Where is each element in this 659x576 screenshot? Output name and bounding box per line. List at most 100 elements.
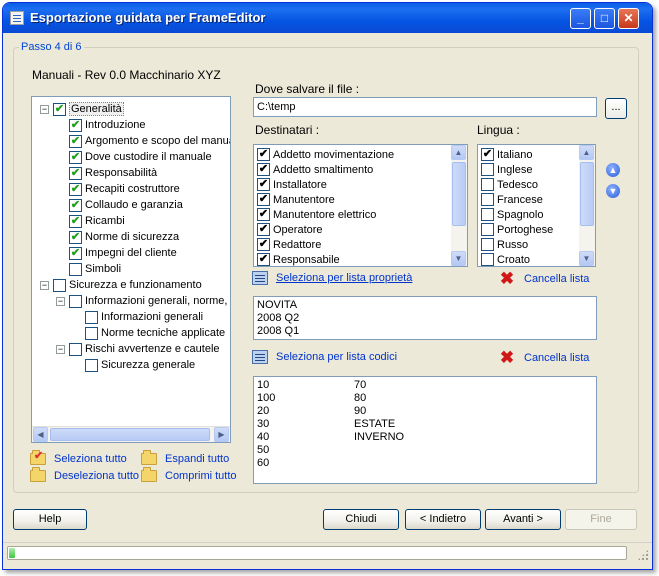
tree-node-checkbox[interactable] (69, 198, 82, 212)
code-list-item[interactable]: ESTATE (354, 418, 395, 430)
tree-node-checkbox[interactable] (69, 246, 82, 260)
language-item[interactable]: Croato (481, 252, 530, 266)
resize-grip-icon[interactable] (637, 549, 649, 561)
collapse-icon[interactable]: − (56, 344, 65, 354)
next-button[interactable]: Avanti > (485, 509, 561, 530)
language-scrollbar[interactable]: ▲ ▼ (579, 145, 595, 266)
language-item-checkbox[interactable] (481, 178, 494, 191)
collapse-all-link[interactable]: Comprimi tutto (141, 467, 237, 482)
tree-node[interactable]: − Sicurezza e funzionamento (40, 277, 202, 293)
tree-node[interactable]: Norme di sicurezza (69, 229, 179, 245)
scroll-up-icon[interactable]: ▲ (451, 145, 466, 160)
tree-node[interactable]: Impegni del cliente (69, 245, 177, 261)
tree-node[interactable]: Informazioni generali (85, 309, 203, 325)
move-down-arrow-icon[interactable]: ▼ (606, 184, 620, 198)
language-item[interactable]: Russo (481, 237, 528, 252)
collapse-icon[interactable]: − (40, 280, 49, 290)
select-all-link[interactable]: Seleziona tutto (30, 449, 127, 465)
clear-property-list-link[interactable]: ✖ Cancella lista (499, 270, 590, 287)
tree-node[interactable]: − Informazioni generali, norme, direttive (56, 293, 230, 309)
recipient-item-checkbox[interactable] (257, 253, 270, 266)
recipient-item[interactable]: Responsabile (257, 252, 340, 266)
expand-all-link[interactable]: Espandi tutto (141, 450, 229, 465)
tree-node-checkbox[interactable] (69, 230, 82, 244)
move-up-arrow-icon[interactable]: ▲ (606, 163, 620, 177)
scroll-thumb[interactable] (50, 428, 210, 441)
property-list-item[interactable]: NOVITA (257, 299, 297, 311)
code-list-item[interactable]: 100 (257, 392, 275, 404)
code-list-item[interactable]: 10 (257, 379, 269, 391)
code-list-item[interactable]: 80 (354, 392, 366, 404)
save-path-input[interactable]: C:\temp (253, 97, 597, 117)
language-item[interactable]: Tedesco (481, 177, 538, 192)
code-list-item[interactable]: 30 (257, 418, 269, 430)
tree-node-checkbox[interactable] (85, 310, 98, 324)
recipient-item-checkbox[interactable] (257, 238, 270, 251)
language-item[interactable]: Inglese (481, 162, 532, 177)
tree-node-checkbox[interactable] (85, 326, 98, 340)
scroll-thumb[interactable] (580, 162, 594, 226)
scroll-thumb[interactable] (452, 162, 466, 226)
recipients-listbox[interactable]: Responsabile Redattore Operatore Manutentor… (253, 144, 468, 267)
scroll-down-icon[interactable]: ▼ (579, 251, 594, 266)
code-list-item[interactable]: INVERNO (354, 431, 404, 443)
language-item[interactable]: Italiano (481, 147, 532, 162)
code-list-item[interactable]: 20 (257, 405, 269, 417)
language-item[interactable]: Francese (481, 192, 543, 207)
tree-node-checkbox[interactable] (85, 358, 98, 372)
property-list-item[interactable]: 2008 Q1 (257, 325, 299, 337)
tree-node-checkbox[interactable] (69, 294, 82, 308)
code-list[interactable]: 10 100 20 30 40 50 60 70 80 90 ESTATE INVERNO (253, 376, 597, 484)
tree-node[interactable]: − Rischi avvertenze e cautele (56, 341, 220, 357)
scroll-right-icon[interactable]: ▶ (214, 427, 229, 442)
recipient-item-checkbox[interactable] (257, 148, 270, 161)
finish-button[interactable]: Fine (565, 509, 637, 530)
recipient-item[interactable]: Manutentore (257, 192, 335, 207)
property-list[interactable]: NOVITA 2008 Q2 2008 Q1 (253, 296, 597, 340)
tree-node[interactable]: Introduzione (69, 117, 146, 133)
tree-node[interactable]: − Generalità (40, 101, 124, 117)
tree-node[interactable]: Simboli (69, 261, 121, 277)
recipient-item-checkbox[interactable] (257, 223, 270, 236)
tree-node[interactable]: Sicurezza generale (85, 357, 195, 373)
back-button[interactable]: < Indietro (405, 509, 481, 530)
language-item-checkbox[interactable] (481, 163, 494, 176)
recipient-item[interactable]: Installatore (257, 177, 327, 192)
scroll-down-icon[interactable]: ▼ (451, 251, 466, 266)
title-bar[interactable]: Esportazione guidata per FrameEditor _ □… (3, 3, 652, 33)
language-item-checkbox[interactable] (481, 238, 494, 251)
language-item-checkbox[interactable] (481, 193, 494, 206)
language-item-checkbox[interactable] (481, 148, 494, 161)
tree-node-checkbox[interactable] (69, 262, 82, 276)
help-button[interactable]: Help (13, 509, 87, 530)
tree-node[interactable]: Ricambi (69, 213, 125, 229)
language-item-checkbox[interactable] (481, 208, 494, 221)
tree-node-checkbox[interactable] (69, 182, 82, 196)
recipient-item[interactable]: Operatore (257, 222, 323, 237)
tree-node[interactable]: Responsabilità (69, 165, 157, 181)
close-window-button[interactable]: ✕ (618, 8, 639, 29)
tree-node[interactable]: Recapiti costruttore (69, 181, 180, 197)
collapse-icon[interactable]: − (56, 296, 65, 306)
minimize-button[interactable]: _ (570, 8, 591, 29)
tree-node[interactable]: Argomento e scopo del manuale (69, 133, 230, 149)
language-item-checkbox[interactable] (481, 223, 494, 236)
recipient-item-checkbox[interactable] (257, 193, 270, 206)
tree-node-checkbox[interactable] (69, 166, 82, 180)
recipients-scrollbar[interactable]: ▲ ▼ (451, 145, 467, 266)
tree-node-checkbox[interactable] (69, 214, 82, 228)
tree-node-checkbox[interactable] (69, 118, 82, 132)
recipient-item[interactable]: Addetto smaltimento (257, 162, 373, 177)
language-item-checkbox[interactable] (481, 253, 494, 266)
tree-node-checkbox[interactable] (69, 342, 82, 356)
browse-button[interactable]: ... (605, 98, 627, 119)
tree-node[interactable]: Dove custodire il manuale (69, 149, 212, 165)
code-list-item[interactable]: 90 (354, 405, 366, 417)
language-item[interactable]: Spagnolo (481, 207, 544, 222)
close-button[interactable]: Chiudi (323, 509, 399, 530)
collapse-icon[interactable]: − (40, 104, 49, 114)
code-list-item[interactable]: 70 (354, 379, 366, 391)
recipient-item[interactable]: Manutentore elettrico (257, 207, 376, 222)
clear-code-list-link[interactable]: ✖ Cancella lista (499, 349, 590, 366)
maximize-button[interactable]: □ (594, 8, 615, 29)
